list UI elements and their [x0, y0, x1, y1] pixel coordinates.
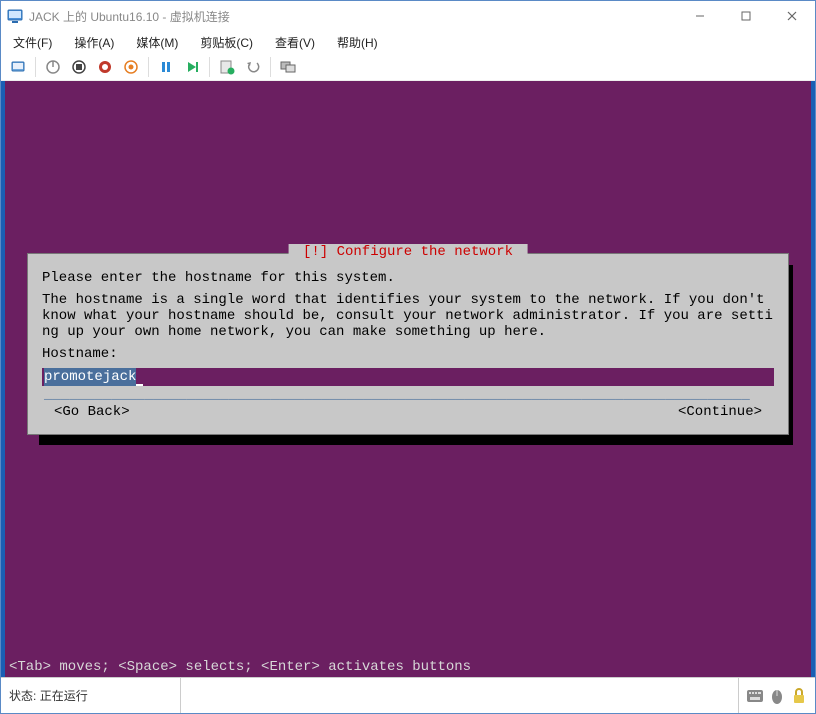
toolbar-separator	[35, 57, 36, 77]
status-value: 正在运行	[40, 687, 88, 704]
hostname-label: Hostname:	[42, 346, 774, 362]
dialog-buttons: <Go Back> <Continue>	[42, 404, 774, 420]
app-icon	[7, 8, 23, 24]
hostname-input[interactable]: promotejack_____________________________…	[42, 368, 774, 386]
menu-action[interactable]: 操作(A)	[68, 32, 120, 53]
status-blank	[181, 678, 739, 713]
dialog-prompt: Please enter the hostname for this syste…	[42, 270, 774, 286]
status-label: 状态:	[9, 687, 36, 704]
revert-button[interactable]	[241, 55, 265, 79]
menu-clipboard[interactable]: 剪贴板(C)	[194, 32, 259, 53]
save-button[interactable]	[119, 55, 143, 79]
status-cell: 状态: 正在运行	[1, 678, 181, 713]
reset-button[interactable]	[180, 55, 204, 79]
close-button[interactable]	[769, 1, 815, 31]
continue-button[interactable]: <Continue>	[678, 404, 762, 420]
toolbar-separator	[270, 57, 271, 77]
input-fill: ________________________________________…	[44, 387, 750, 403]
dialog-title: [!] Configure the network	[289, 244, 528, 260]
menu-media[interactable]: 媒体(M)	[130, 32, 184, 53]
start-button[interactable]	[41, 55, 65, 79]
configure-network-dialog: [!] Configure the network Please enter t…	[27, 253, 789, 435]
installer-hint: <Tab> moves; <Space> selects; <Enter> ac…	[5, 657, 811, 677]
statusbar: 状态: 正在运行	[1, 677, 815, 713]
menubar: 文件(F) 操作(A) 媒体(M) 剪贴板(C) 查看(V) 帮助(H)	[1, 31, 815, 53]
menu-help[interactable]: 帮助(H)	[331, 32, 384, 53]
status-tray	[739, 688, 815, 704]
turnoff-button[interactable]	[67, 55, 91, 79]
text-cursor	[136, 370, 143, 386]
titlebar: JACK 上的 Ubuntu16.10 - 虚拟机连接	[1, 1, 815, 31]
pause-button[interactable]	[154, 55, 178, 79]
menu-file[interactable]: 文件(F)	[7, 32, 58, 53]
toolbar-separator	[209, 57, 210, 77]
dialog-description: The hostname is a single word that ident…	[42, 292, 774, 340]
vm-viewport[interactable]: [!] Configure the network Please enter t…	[1, 81, 815, 677]
shutdown-button[interactable]	[93, 55, 117, 79]
configure-network-dialog-wrap: [!] Configure the network Please enter t…	[27, 253, 789, 435]
window-title: JACK 上的 Ubuntu16.10 - 虚拟机连接	[29, 8, 677, 25]
toolbar-separator	[148, 57, 149, 77]
installer-content: [!] Configure the network Please enter t…	[5, 81, 811, 677]
hostname-value: promotejack	[44, 368, 136, 386]
ctrl-alt-del-button[interactable]	[6, 55, 30, 79]
mouse-icon	[769, 688, 785, 704]
enhanced-session-button[interactable]	[276, 55, 300, 79]
checkpoint-button[interactable]	[215, 55, 239, 79]
window-controls	[677, 1, 815, 31]
go-back-button[interactable]: <Go Back>	[54, 404, 130, 420]
keyboard-icon	[747, 688, 763, 704]
toolbar	[1, 53, 815, 81]
minimize-button[interactable]	[677, 1, 723, 31]
maximize-button[interactable]	[723, 1, 769, 31]
lock-icon	[791, 688, 807, 704]
hyperv-window: JACK 上的 Ubuntu16.10 - 虚拟机连接 文件(F) 操作(A) …	[0, 0, 816, 714]
desktop-edge	[811, 81, 815, 677]
menu-view[interactable]: 查看(V)	[269, 32, 321, 53]
